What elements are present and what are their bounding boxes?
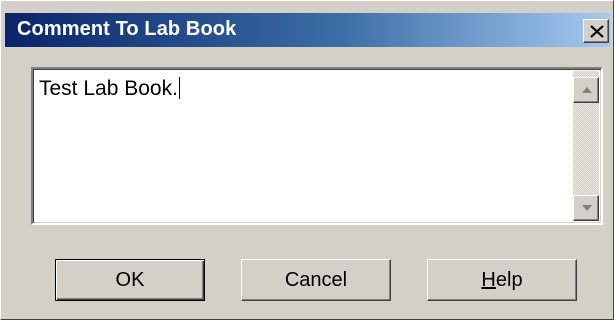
arrow-up-icon bbox=[582, 87, 592, 93]
cancel-button-label: Cancel bbox=[284, 269, 348, 291]
title-bar[interactable]: Comment To Lab Book bbox=[5, 13, 611, 47]
help-button-label: elp bbox=[495, 269, 523, 291]
ok-button-label: OK bbox=[115, 269, 145, 291]
cancel-button[interactable]: Cancel bbox=[241, 259, 391, 301]
close-button[interactable] bbox=[583, 19, 609, 43]
help-mnemonic: H bbox=[481, 269, 496, 291]
comment-dialog: Comment To Lab Book Test Lab Book. OK Ca… bbox=[0, 0, 614, 320]
comment-text[interactable]: Test Lab Book. bbox=[39, 77, 180, 101]
scroll-up-button[interactable] bbox=[573, 77, 599, 103]
help-button[interactable]: Help bbox=[427, 259, 577, 301]
close-icon bbox=[590, 25, 604, 38]
scroll-down-button[interactable] bbox=[573, 195, 599, 221]
vertical-scrollbar[interactable] bbox=[573, 71, 599, 221]
arrow-down-icon bbox=[582, 205, 592, 211]
comment-value: Test Lab Book. bbox=[39, 77, 178, 100]
comment-textarea[interactable]: Test Lab Book. bbox=[31, 67, 603, 225]
ok-button[interactable]: OK bbox=[55, 259, 205, 301]
window-title: Comment To Lab Book bbox=[17, 18, 237, 40]
text-caret bbox=[178, 77, 180, 99]
